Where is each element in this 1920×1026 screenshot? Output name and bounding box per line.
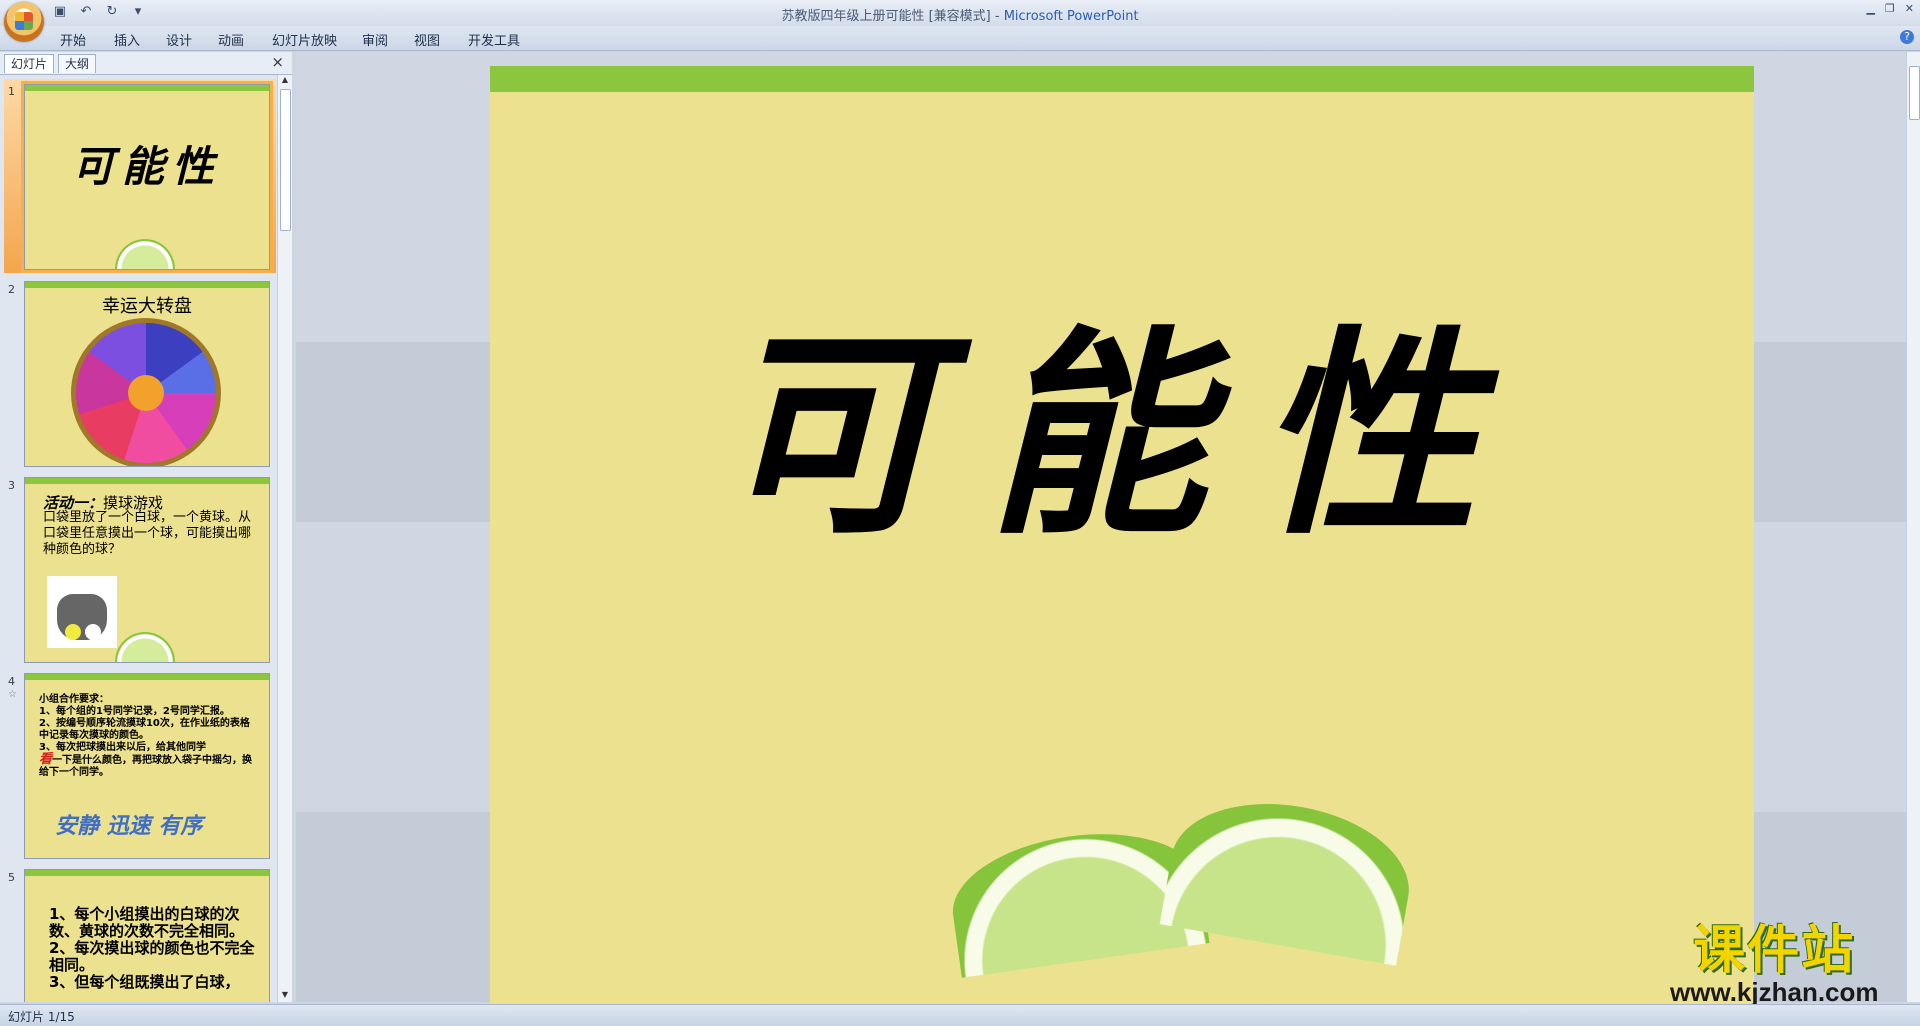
- yellow-ball: [65, 624, 81, 640]
- lucky-wheel-image: [71, 318, 221, 466]
- slide-panel-tabs: 幻灯片 大纲 ×: [0, 52, 292, 75]
- slide-thumbnail-4[interactable]: 小组合作要求： 1、每个组的1号同学记录，2号同学汇报。 2、按编号顺序轮流摸球…: [24, 673, 270, 859]
- thumb-title: 可能性: [71, 142, 222, 191]
- thumb-body: 小组合作要求： 1、每个组的1号同学记录，2号同学汇报。 2、按编号顺序轮流摸球…: [39, 694, 259, 779]
- watermark: 课件站 www.kjzhan.com: [1670, 925, 1879, 1008]
- slide-number: 3: [8, 479, 15, 492]
- body-line: 2、按编号顺序轮流摸球10次，在作业纸的表格中记录每次摸球的颜色。: [39, 718, 250, 741]
- restore-icon[interactable]: ❐: [1885, 2, 1895, 15]
- office-button[interactable]: [4, 2, 44, 42]
- slide-thumbnail-panel: 1 可能性 2 幸运大转盘 3 活动一：摸球游戏 口袋里放了一个白球，一个黄球。…: [0, 75, 292, 1002]
- office-logo-icon: [15, 12, 33, 30]
- body-line: 1、每个小组摸出的白球的次数、黄球的次数不完全相同。: [49, 905, 245, 940]
- slide-top-bar: [25, 870, 269, 876]
- body-line: 3、每次把球摸出来以后，给其他同学: [39, 742, 206, 753]
- slide-thumbnail-5[interactable]: 1、每个小组摸出的白球的次数、黄球的次数不完全相同。 2、每次摸出球的颜色也不完…: [24, 869, 270, 1002]
- ball-bag-image: [47, 576, 117, 648]
- window-title: 苏教版四年级上册可能性 [兼容模式] - Microsoft PowerPoin…: [781, 9, 1139, 24]
- slide-thumbnail-2[interactable]: 幸运大转盘: [24, 281, 270, 467]
- status-bar: 幻灯片 1/15: [0, 1004, 1920, 1026]
- thumb-body: 口袋里放了一个白球，一个黄球。从口袋里任意摸出一个球，可能摸出哪种颜色的球？: [43, 510, 252, 557]
- help-icon[interactable]: ?: [1900, 30, 1914, 44]
- slide-number: 2: [8, 283, 15, 296]
- slide-counter: 幻灯片 1/15: [8, 1010, 75, 1024]
- body-line-end: 一下是什么颜色，再把球放入袋子中摇匀，换给下一个同学。: [39, 755, 253, 778]
- app-name: Microsoft PowerPoint: [1003, 9, 1139, 24]
- tab-animation[interactable]: 动画: [218, 30, 244, 49]
- tab-design[interactable]: 设计: [166, 30, 192, 49]
- watermark-text: 课件站: [1693, 921, 1856, 981]
- scroll-down-icon[interactable]: ▼: [278, 990, 292, 1002]
- body-line: 2、每次摸出球的颜色也不完全相同。: [49, 939, 255, 974]
- scroll-thumb[interactable]: [1909, 66, 1920, 120]
- close-icon[interactable]: ✕: [1905, 2, 1914, 15]
- slide-top-bar: [25, 478, 269, 484]
- scroll-thumb[interactable]: [280, 89, 291, 231]
- tab-insert[interactable]: 插入: [114, 30, 140, 49]
- slide-title[interactable]: 可能性: [490, 326, 1754, 546]
- body-line: 1、每个组的1号同学记录，2号同学汇报。: [39, 706, 230, 717]
- slide-thumbnail-1[interactable]: 可能性: [24, 84, 270, 270]
- thumb-title: 幸运大转盘: [102, 296, 192, 317]
- body-line: 小组合作要求：: [39, 694, 109, 705]
- panel-close-icon[interactable]: ×: [271, 53, 284, 71]
- tab-home[interactable]: 开始: [60, 30, 86, 49]
- document-title: 苏教版四年级上册可能性 [兼容模式]: [781, 9, 991, 24]
- tab-view[interactable]: 视图: [414, 30, 440, 49]
- tab-slideshow[interactable]: 幻灯片放映: [272, 30, 337, 49]
- body-line: 3、但每个组既摸出了白球，: [49, 973, 240, 991]
- minimize-icon[interactable]: ▁: [1866, 2, 1874, 15]
- thumb-body: 1、每个小组摸出的白球的次数、黄球的次数不完全相同。 2、每次摸出球的颜色也不完…: [49, 906, 263, 991]
- thumb-footer: 安静 迅速 有序: [55, 814, 203, 839]
- body-line: 看一下是什么颜色，再把球放入袋子中摇匀，换给下一个同学。: [39, 752, 259, 779]
- highlight-word: 看: [39, 752, 53, 767]
- window-controls: ▁ ❐ ✕: [1866, 2, 1914, 15]
- ribbon-tabs: 开始 插入 设计 动画 幻灯片放映 审阅 视图 开发工具 ?: [0, 26, 1920, 51]
- scroll-up-icon[interactable]: ▲: [278, 75, 292, 87]
- slide-top-bar: [25, 85, 269, 91]
- slide-top-bar: [25, 282, 269, 288]
- slide-number: 1: [8, 85, 15, 98]
- tab-outline[interactable]: 大纲: [58, 54, 97, 73]
- editor-scrollbar[interactable]: [1906, 52, 1920, 1002]
- slide-top-bar: [490, 66, 1754, 92]
- lime-decoration: [115, 632, 175, 662]
- slide-number: 5: [8, 871, 15, 884]
- main-slide[interactable]: 可能性: [490, 66, 1754, 1006]
- slide-thumbnail-3[interactable]: 活动一：摸球游戏 口袋里放了一个白球，一个黄球。从口袋里任意摸出一个球，可能摸出…: [24, 477, 270, 663]
- tab-developer[interactable]: 开发工具: [468, 30, 520, 49]
- slide-top-bar: [25, 674, 269, 680]
- thumbnail-scrollbar[interactable]: ▲ ▼: [277, 75, 292, 1002]
- tab-slides[interactable]: 幻灯片: [4, 54, 55, 73]
- slide-number: 4: [8, 675, 15, 688]
- tab-review[interactable]: 审阅: [362, 30, 388, 49]
- white-ball: [85, 624, 101, 640]
- lime-decoration: [115, 239, 175, 269]
- animation-star-icon: ☆: [8, 689, 17, 700]
- title-bar: ▣ ↶ ↻ ▾ 苏教版四年级上册可能性 [兼容模式] - Microsoft P…: [0, 0, 1920, 42]
